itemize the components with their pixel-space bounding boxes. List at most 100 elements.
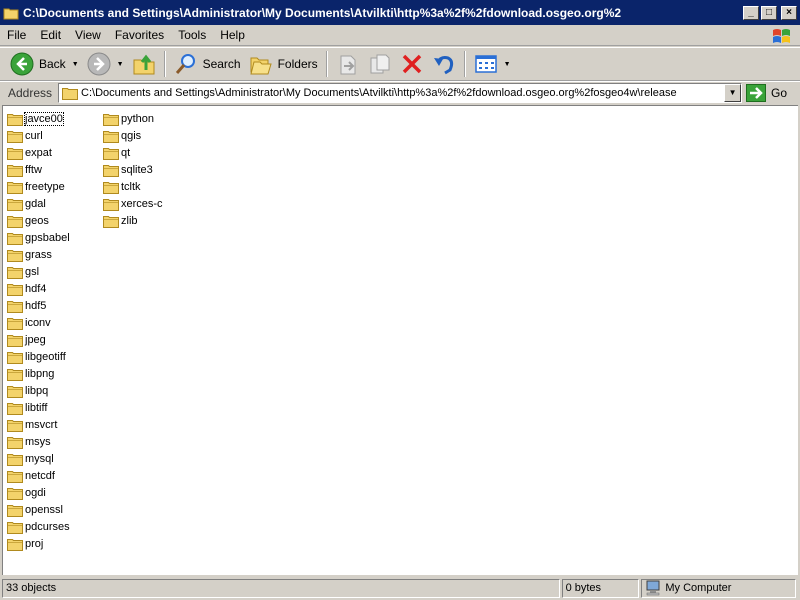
folder-item[interactable]: mysql — [7, 450, 70, 467]
folder-item[interactable]: openssl — [7, 501, 70, 518]
up-folder-button[interactable] — [128, 49, 160, 79]
folder-item[interactable]: libtiff — [7, 399, 70, 416]
forward-dropdown-icon[interactable]: ▼ — [117, 61, 124, 68]
folder-item[interactable]: python — [103, 110, 163, 127]
folder-item[interactable]: msys — [7, 433, 70, 450]
menu-bar: File Edit View Favorites Tools Help — [0, 25, 800, 46]
status-zone: My Computer — [641, 578, 796, 598]
folder-name: libpq — [25, 384, 49, 397]
minimize-button[interactable]: _ — [743, 5, 759, 20]
folder-icon — [103, 215, 119, 228]
folder-item[interactable]: xerces-c — [103, 195, 163, 212]
up-folder-icon — [133, 54, 155, 75]
folder-item[interactable]: geos — [7, 212, 70, 229]
folder-name: ogdi — [25, 486, 46, 499]
folder-icon — [7, 368, 23, 381]
copy-to-button[interactable] — [364, 49, 396, 79]
folder-item[interactable]: jpeg — [7, 331, 70, 348]
folder-item[interactable]: hdf4 — [7, 280, 70, 297]
toolbar-separator — [463, 51, 466, 77]
file-list-pane[interactable]: javce00 curl expat fftw freetype gdal geos gpsb… — [2, 105, 798, 575]
folder-item[interactable]: gdal — [7, 195, 70, 212]
menu-view[interactable]: View — [68, 28, 108, 42]
folder-item[interactable]: netcdf — [7, 467, 70, 484]
folder-name: fftw — [25, 163, 42, 176]
folder-item[interactable]: freetype — [7, 178, 70, 195]
folder-item[interactable]: sqlite3 — [103, 161, 163, 178]
move-to-icon — [340, 55, 356, 75]
menu-tools[interactable]: Tools — [171, 28, 213, 42]
undo-button[interactable] — [428, 49, 460, 79]
folder-name: gsl — [25, 265, 40, 278]
folder-item[interactable]: javce00 — [7, 110, 70, 127]
delete-button[interactable] — [396, 49, 428, 79]
folder-name: hdf4 — [25, 282, 47, 295]
move-to-button[interactable] — [332, 49, 364, 79]
folder-name: pdcurses — [25, 520, 70, 533]
folder-name: netcdf — [25, 469, 55, 482]
go-button[interactable]: Go — [746, 83, 787, 102]
address-dropdown-button[interactable]: ▼ — [724, 83, 742, 102]
status-size: 0 bytes — [561, 578, 640, 598]
copy-to-icon — [370, 54, 390, 74]
folder-item[interactable]: qgis — [103, 127, 163, 144]
folder-icon — [103, 130, 119, 143]
menu-favorites[interactable]: Favorites — [108, 28, 171, 42]
folder-column-2: python qgis qt sqlite3 tcltk xerces-c zlib — [103, 110, 163, 229]
maximize-button[interactable]: □ — [761, 5, 777, 20]
folder-item[interactable]: tcltk — [103, 178, 163, 195]
folder-item[interactable]: iconv — [7, 314, 70, 331]
folder-item[interactable]: hdf5 — [7, 297, 70, 314]
views-dropdown-icon[interactable]: ▼ — [504, 61, 511, 68]
folder-item[interactable]: libgeotiff — [7, 348, 70, 365]
title-bar[interactable]: C:\Documents and Settings\Administrator\… — [0, 0, 800, 25]
folder-item[interactable]: gpsbabel — [7, 229, 70, 246]
close-button[interactable]: × — [781, 5, 797, 20]
address-label: Address — [8, 85, 53, 100]
folder-item[interactable]: proj — [7, 535, 70, 552]
menu-help[interactable]: Help — [213, 28, 252, 42]
folder-name: freetype — [25, 180, 65, 193]
folder-item[interactable]: zlib — [103, 212, 163, 229]
toolbar-separator — [163, 51, 166, 77]
folder-icon — [103, 147, 119, 160]
back-dropdown-icon[interactable]: ▼ — [72, 61, 79, 68]
menu-file[interactable]: File — [0, 28, 33, 42]
folder-icon — [7, 504, 23, 517]
folder-item[interactable]: qt — [103, 144, 163, 161]
folder-icon — [62, 87, 79, 100]
folder-item[interactable]: libpng — [7, 365, 70, 382]
folder-item[interactable]: libpq — [7, 382, 70, 399]
folders-button[interactable]: Folders — [245, 49, 322, 79]
delete-icon — [402, 54, 421, 74]
back-button[interactable]: Back ▼ — [6, 49, 83, 79]
folder-name: libtiff — [25, 401, 48, 414]
folder-name: mysql — [25, 452, 54, 465]
folder-icon — [7, 130, 23, 143]
folder-icon — [103, 164, 119, 177]
views-button[interactable]: ▼ — [470, 49, 515, 79]
folder-item[interactable]: expat — [7, 144, 70, 161]
folder-name: qt — [121, 146, 131, 159]
folder-icon — [103, 198, 119, 211]
folder-item[interactable]: gsl — [7, 263, 70, 280]
folder-icon — [7, 487, 23, 500]
forward-button[interactable]: ▼ — [83, 49, 128, 79]
folder-item[interactable]: fftw — [7, 161, 70, 178]
address-input[interactable]: C:\Documents and Settings\Administrator\… — [58, 82, 743, 103]
folder-icon — [7, 334, 23, 347]
menu-edit[interactable]: Edit — [33, 28, 68, 42]
back-arrow-icon — [10, 52, 34, 76]
folder-icon — [7, 402, 23, 415]
folder-name: grass — [25, 248, 52, 261]
folder-icon — [7, 538, 23, 551]
folder-item[interactable]: pdcurses — [7, 518, 70, 535]
folder-name: python — [121, 112, 155, 125]
search-button[interactable]: Search — [170, 49, 245, 79]
folder-item[interactable]: ogdi — [7, 484, 70, 501]
folder-item[interactable]: curl — [7, 127, 70, 144]
folders-icon — [249, 57, 272, 75]
folder-name: proj — [25, 537, 44, 550]
folder-item[interactable]: grass — [7, 246, 70, 263]
folder-item[interactable]: msvcrt — [7, 416, 70, 433]
